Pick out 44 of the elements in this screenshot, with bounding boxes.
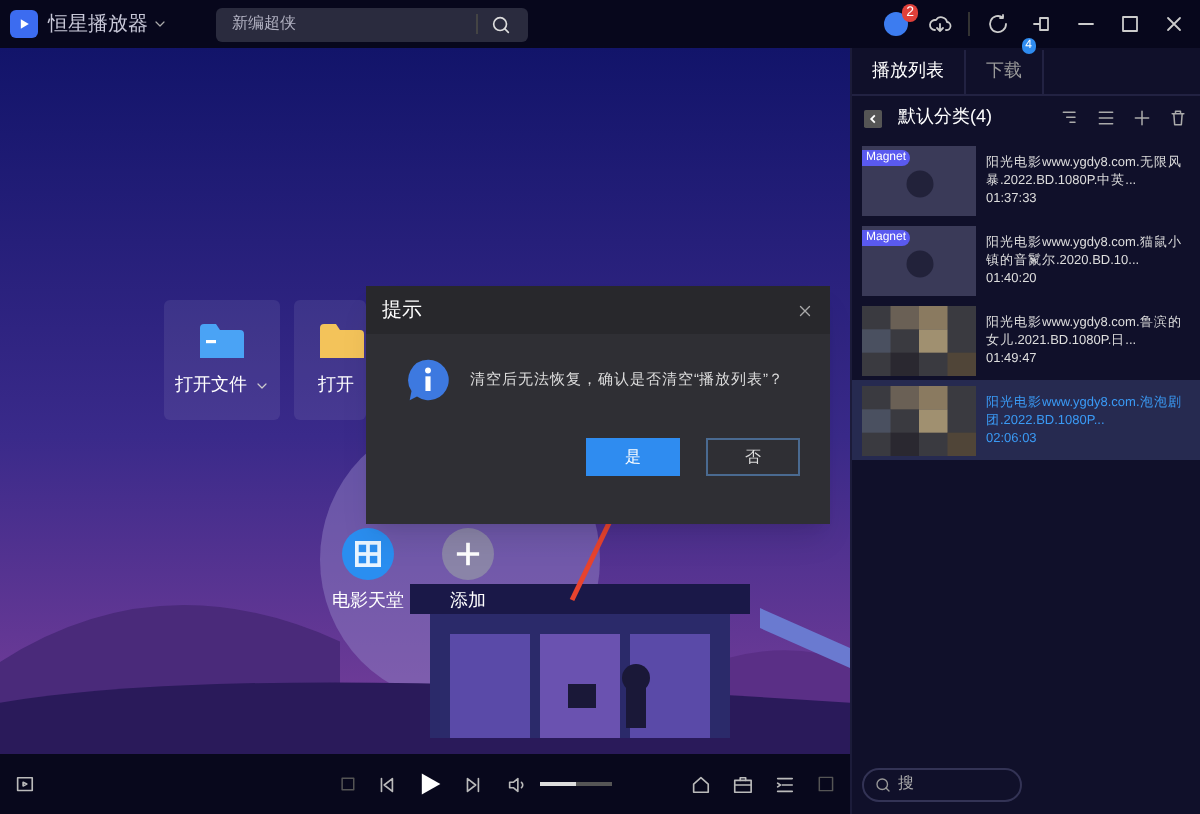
search-field[interactable]: 新编超侠 <box>216 7 528 41</box>
fullscreen-icon[interactable] <box>816 774 837 794</box>
launcher-tile[interactable]: 打开文件 <box>164 300 280 420</box>
home-icon[interactable] <box>690 773 713 795</box>
info-icon <box>406 358 450 402</box>
playlist-search-field[interactable]: 搜 <box>862 767 1022 801</box>
trash-icon[interactable] <box>1168 108 1188 128</box>
shortcut-label: 添加 <box>450 588 486 614</box>
category-title: 默认分类(4) <box>898 104 994 131</box>
stop-icon[interactable] <box>338 774 358 794</box>
launcher-label: 打开 <box>318 371 354 398</box>
previous-icon[interactable] <box>375 773 398 795</box>
list-icon[interactable] <box>774 773 797 795</box>
close-icon[interactable] <box>796 301 814 319</box>
toolbox-icon[interactable] <box>732 773 755 795</box>
search-icon[interactable] <box>490 13 512 35</box>
chevron-down-icon[interactable] <box>152 16 168 32</box>
search-input[interactable]: 新编超侠 <box>232 12 476 36</box>
back-icon[interactable] <box>864 109 882 127</box>
screen-icon[interactable] <box>14 773 36 795</box>
refresh-icon[interactable] <box>986 12 1010 36</box>
panel-tab[interactable]: 播放列表 <box>852 50 966 94</box>
cloud-icon[interactable] <box>928 12 952 36</box>
add-icon[interactable] <box>442 528 494 580</box>
app-logo-icon <box>10 10 38 38</box>
dialog-title: 提示 <box>382 297 422 325</box>
pin-icon[interactable] <box>1030 12 1054 36</box>
search-icon[interactable] <box>874 775 892 793</box>
cancel-button[interactable]: 否 <box>706 438 800 476</box>
add-icon[interactable] <box>1132 108 1152 128</box>
folder-icon <box>198 321 246 362</box>
close-icon[interactable] <box>1162 12 1186 36</box>
maximize-icon[interactable] <box>1118 12 1142 36</box>
folder-icon <box>318 321 366 362</box>
launcher-label: 打开文件 <box>175 371 247 398</box>
next-icon[interactable] <box>461 773 484 795</box>
volume-icon[interactable] <box>505 773 528 795</box>
app-title: 恒星播放器 <box>48 11 148 39</box>
playlist-search-input[interactable]: 搜 <box>898 772 1010 796</box>
launcher-tile[interactable]: 打开 <box>294 300 366 420</box>
list-icon[interactable] <box>1096 108 1116 128</box>
sort-icon[interactable] <box>1060 108 1080 128</box>
shortcut-label: 电影天堂 <box>332 588 404 614</box>
film-icon[interactable] <box>342 528 394 580</box>
